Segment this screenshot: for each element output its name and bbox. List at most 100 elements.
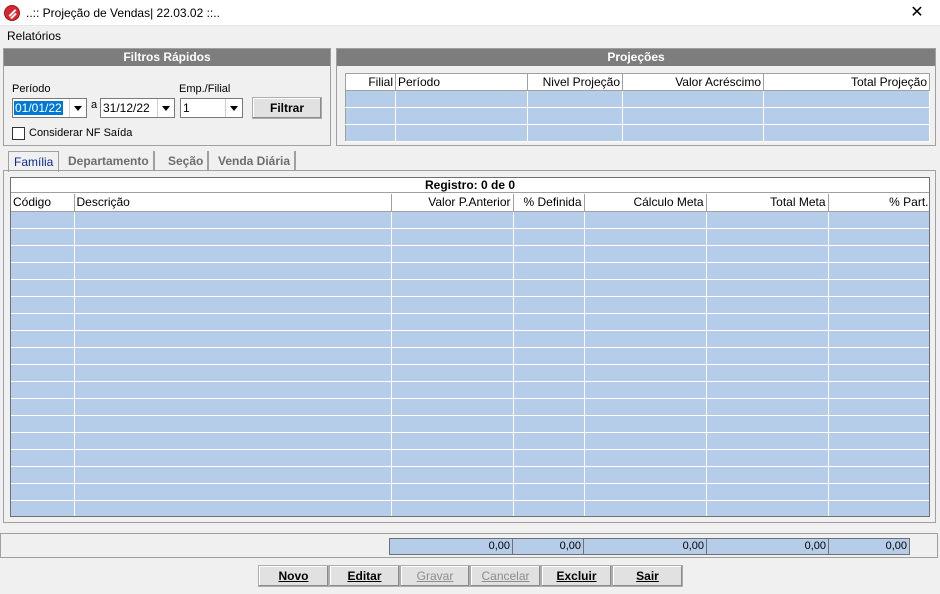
grid-cell[interactable] — [513, 211, 585, 229]
grid-cell[interactable] — [584, 398, 707, 416]
grid-cell[interactable] — [706, 313, 829, 331]
grid-cell[interactable] — [513, 432, 585, 450]
grid-cell[interactable] — [395, 90, 528, 108]
grid-cell[interactable] — [513, 313, 585, 331]
grid-cell[interactable] — [828, 347, 929, 365]
grid-cell[interactable] — [513, 415, 585, 433]
grid-cell[interactable] — [11, 483, 75, 501]
col-calculo-meta[interactable]: Cálculo Meta — [584, 194, 707, 212]
table-row[interactable] — [11, 364, 929, 382]
grid-cell[interactable] — [391, 381, 514, 399]
grid-cell[interactable] — [706, 381, 829, 399]
grid-cell[interactable] — [828, 449, 929, 467]
grid-cell[interactable] — [11, 211, 75, 229]
consider-nf-checkbox[interactable] — [12, 127, 25, 140]
sair-button[interactable]: Sair — [612, 565, 683, 587]
projection-row[interactable] — [345, 107, 930, 125]
grid-cell[interactable] — [513, 296, 585, 314]
grid-cell[interactable] — [513, 228, 585, 246]
grid-cell[interactable] — [527, 90, 623, 108]
grid-cell[interactable] — [11, 449, 75, 467]
grid-cell[interactable] — [74, 245, 392, 263]
grid-cell[interactable] — [11, 262, 75, 280]
grid-cell[interactable] — [828, 313, 929, 331]
table-row[interactable] — [11, 245, 929, 263]
grid-cell[interactable] — [391, 296, 514, 314]
grid-cell[interactable] — [11, 279, 75, 297]
col-valor-p-anterior[interactable]: Valor P.Anterior — [391, 194, 514, 212]
grid-cell[interactable] — [706, 245, 829, 263]
grid-cell[interactable] — [622, 107, 764, 125]
grid-cell[interactable] — [513, 483, 585, 501]
table-row[interactable] — [11, 432, 929, 450]
grid-cell[interactable] — [828, 466, 929, 484]
grid-cell[interactable] — [828, 381, 929, 399]
grid-cell[interactable] — [828, 330, 929, 348]
col-percent-part[interactable]: % Part. — [828, 194, 929, 212]
table-row[interactable] — [11, 415, 929, 433]
table-row[interactable] — [11, 330, 929, 348]
table-row[interactable] — [11, 483, 929, 501]
projection-row[interactable] — [345, 90, 930, 108]
table-row[interactable] — [11, 381, 929, 399]
grid-cell[interactable] — [11, 415, 75, 433]
grid-cell[interactable] — [584, 432, 707, 450]
grid-cell[interactable] — [74, 483, 392, 501]
grid-cell[interactable] — [828, 364, 929, 382]
grid-cell[interactable] — [527, 124, 623, 142]
cancelar-button[interactable]: Cancelar — [470, 565, 541, 587]
grid-cell[interactable] — [706, 279, 829, 297]
grid-cell[interactable] — [11, 228, 75, 246]
grid-cell[interactable] — [513, 381, 585, 399]
grid-cell[interactable] — [74, 347, 392, 365]
grid-cell[interactable] — [391, 228, 514, 246]
table-row[interactable] — [11, 398, 929, 416]
novo-button[interactable]: Novo — [258, 565, 329, 587]
grid-cell[interactable] — [706, 296, 829, 314]
date-from-select[interactable]: 01/01/22 — [12, 98, 87, 118]
grid-cell[interactable] — [74, 432, 392, 450]
grid-cell[interactable] — [74, 381, 392, 399]
tab-departamento[interactable]: Departamento — [64, 151, 155, 171]
grid-cell[interactable] — [828, 211, 929, 229]
grid-cell[interactable] — [74, 415, 392, 433]
col-total-meta[interactable]: Total Meta — [706, 194, 829, 212]
grid-cell[interactable] — [513, 398, 585, 416]
grid-cell[interactable] — [391, 262, 514, 280]
grid-cell[interactable] — [11, 432, 75, 450]
grid-cell[interactable] — [345, 107, 396, 125]
grid-cell[interactable] — [513, 449, 585, 467]
grid-cell[interactable] — [584, 449, 707, 467]
gravar-button[interactable]: Gravar — [400, 565, 470, 587]
grid-cell[interactable] — [584, 483, 707, 501]
table-row[interactable] — [11, 466, 929, 484]
grid-cell[interactable] — [391, 466, 514, 484]
grid-cell[interactable] — [763, 90, 930, 108]
grid-cell[interactable] — [513, 347, 585, 365]
filter-button[interactable]: Filtrar — [252, 97, 322, 119]
grid-cell[interactable] — [706, 228, 829, 246]
grid-cell[interactable] — [391, 279, 514, 297]
grid-cell[interactable] — [513, 245, 585, 263]
table-row[interactable] — [11, 313, 929, 331]
grid-cell[interactable] — [74, 313, 392, 331]
table-row[interactable] — [11, 347, 929, 365]
grid-cell[interactable] — [828, 228, 929, 246]
grid-cell[interactable] — [584, 279, 707, 297]
grid-cell[interactable] — [513, 466, 585, 484]
grid-cell[interactable] — [584, 262, 707, 280]
grid-cell[interactable] — [391, 211, 514, 229]
grid-cell[interactable] — [391, 313, 514, 331]
grid-cell[interactable] — [763, 124, 930, 142]
grid-cell[interactable] — [391, 483, 514, 501]
menu-item-relatorios[interactable]: Relatórios — [7, 29, 61, 43]
grid-cell[interactable] — [11, 500, 75, 516]
grid-cell[interactable] — [706, 432, 829, 450]
grid-cell[interactable] — [828, 415, 929, 433]
grid-cell[interactable] — [513, 364, 585, 382]
grid-cell[interactable] — [11, 245, 75, 263]
table-row[interactable] — [11, 211, 929, 229]
grid-cell[interactable] — [828, 483, 929, 501]
grid-cell[interactable] — [622, 90, 764, 108]
grid-cell[interactable] — [74, 296, 392, 314]
